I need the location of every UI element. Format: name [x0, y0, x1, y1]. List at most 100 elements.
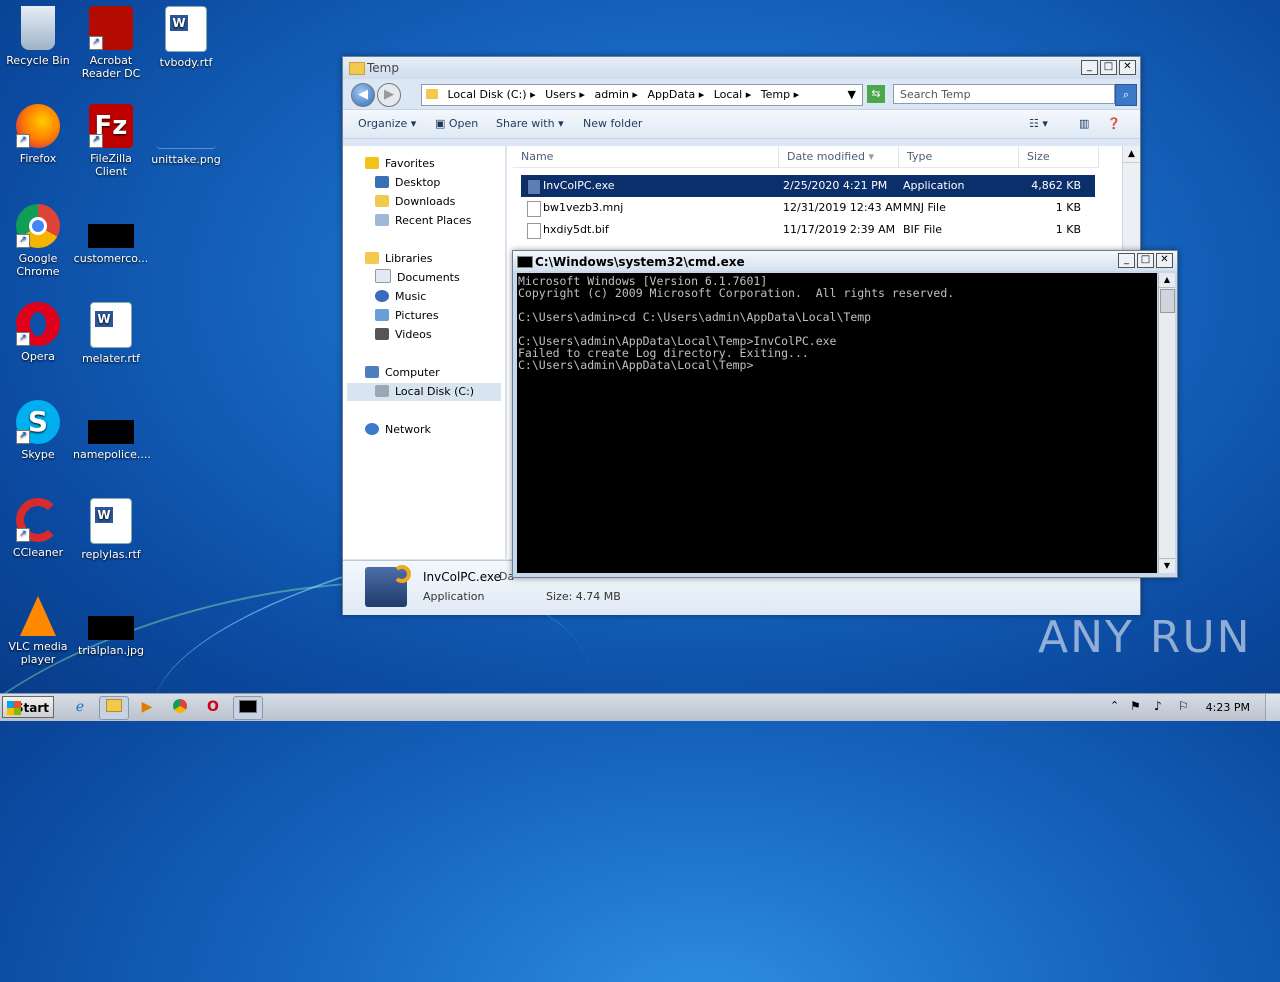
file-icon [527, 201, 541, 217]
desktop-icon-firefox[interactable]: ↗ Firefox [0, 104, 76, 165]
console-scrollbar[interactable]: ▲ ▼ [1158, 273, 1175, 573]
desktop-icon-customerco[interactable]: customerco... [73, 204, 149, 265]
column-header-label: Date modified [787, 150, 865, 163]
help-icon[interactable]: ❓ [1107, 117, 1121, 130]
speaker-icon[interactable]: ♪ [1154, 699, 1162, 713]
media-player-icon[interactable]: ▶ [133, 696, 161, 718]
chrome-icon: ↗ [16, 204, 60, 248]
scroll-down-arrow[interactable]: ▼ [1159, 558, 1175, 573]
view-options-icon[interactable]: ☷ ▾ [1029, 117, 1048, 130]
desktop-icon-skype[interactable]: S ↗ Skype [0, 400, 76, 461]
nav-libraries[interactable]: Libraries [365, 250, 433, 268]
desktop-icon-tvbody[interactable]: W tvbody.rtf [148, 6, 224, 69]
close-button[interactable]: ✕ [1156, 253, 1173, 268]
console-output[interactable]: Microsoft Windows [Version 6.1.7601] Cop… [517, 273, 1157, 573]
nav-label: Network [385, 423, 431, 436]
open-button[interactable]: ▣ Open [435, 117, 478, 130]
column-header-type[interactable]: Type [899, 146, 1019, 168]
desktop-icon-ccleaner[interactable]: ↗ CCleaner [0, 498, 76, 559]
scroll-up-arrow[interactable]: ▲ [1123, 146, 1140, 163]
file-date: 11/17/2019 2:39 AM [783, 223, 896, 236]
start-button[interactable]: Start [2, 696, 54, 718]
nav-music[interactable]: Music [375, 288, 426, 306]
nav-downloads[interactable]: Downloads [375, 193, 455, 211]
scroll-thumb[interactable] [1160, 289, 1175, 313]
desktop-icon-recycle-bin[interactable]: Recycle Bin [0, 6, 76, 67]
search-icon[interactable]: ⌕ [1115, 84, 1137, 106]
desktop-icon-filezilla[interactable]: Fz ↗ FileZilla Client [73, 104, 149, 178]
nav-recent-places[interactable]: Recent Places [375, 212, 472, 230]
close-button[interactable]: ✕ [1119, 60, 1136, 75]
firefox-icon: ↗ [16, 104, 60, 148]
cmd-taskbar-icon[interactable] [233, 696, 263, 720]
nav-videos[interactable]: Videos [375, 326, 432, 344]
window-title: C:\Windows\system32\cmd.exe [535, 255, 745, 269]
desktop-icon-trialplan[interactable]: trialplan.jpg [73, 596, 149, 657]
breadcrumb-item[interactable]: Local Disk (C:) [448, 85, 527, 105]
nav-documents[interactable]: Documents [375, 269, 460, 287]
desktop-icon-chrome[interactable]: ↗ Google Chrome [0, 204, 76, 278]
nav-computer[interactable]: Computer [365, 364, 440, 382]
organize-button[interactable]: Organize ▾ [358, 117, 416, 130]
cmd-titlebar[interactable]: C:\Windows\system32\cmd.exe _ □ ✕ [513, 251, 1177, 271]
breadcrumb-item[interactable]: AppData [647, 85, 695, 105]
network-tray-icon[interactable]: ⚐ [1178, 699, 1189, 713]
breadcrumb-item[interactable]: admin [594, 85, 628, 105]
table-row[interactable]: InvColPC.exe 2/25/2020 4:21 PM Applicati… [521, 175, 1095, 197]
recent-places-icon [375, 214, 389, 226]
console-text: Microsoft Windows [Version 6.1.7601] Cop… [518, 274, 955, 372]
refresh-button[interactable]: ⇆ [867, 85, 885, 103]
nav-favorites[interactable]: Favorites [365, 155, 435, 173]
new-folder-button[interactable]: New folder [583, 117, 642, 130]
search-input[interactable]: Search Temp [893, 84, 1115, 104]
table-row[interactable]: hxdiy5dt.bif 11/17/2019 2:39 AM BIF File… [521, 219, 1095, 241]
desktop-icon-melater[interactable]: W melater.rtf [73, 302, 149, 365]
file-size: 1 KB [1055, 223, 1081, 236]
desktop-icon-replylas[interactable]: W replylas.rtf [73, 498, 149, 561]
desktop-icon-vlc[interactable]: VLC media player [0, 596, 76, 666]
desktop-icon-namepolice[interactable]: namepolice.... [73, 400, 151, 461]
music-icon [375, 290, 389, 302]
back-button[interactable]: ◀ [351, 83, 375, 107]
application-icon [527, 179, 541, 195]
desktop-icon-label: VLC media player [8, 640, 68, 666]
action-center-icon[interactable]: ⚑ [1130, 699, 1141, 713]
breadcrumb-item[interactable]: Temp [761, 85, 790, 105]
nav-pictures[interactable]: Pictures [375, 307, 439, 325]
nav-label: Favorites [385, 157, 435, 170]
preview-pane-icon[interactable]: ▥ [1079, 117, 1089, 130]
desktop-icon-acrobat[interactable]: ↗ Acrobat Reader DC [73, 6, 149, 80]
nav-label: Libraries [385, 252, 433, 265]
downloads-icon [375, 195, 389, 207]
maximize-button[interactable]: □ [1100, 60, 1117, 75]
maximize-button[interactable]: □ [1137, 253, 1154, 268]
nav-label: Local Disk (C:) [395, 385, 475, 398]
column-header-size[interactable]: Size [1019, 146, 1099, 168]
minimize-button[interactable]: _ [1081, 60, 1098, 75]
explorer-taskbar-icon[interactable] [99, 696, 129, 720]
forward-button[interactable]: ▶ [377, 83, 401, 107]
breadcrumb-item[interactable]: Users [545, 85, 576, 105]
table-row[interactable]: bw1vezb3.mnj 12/31/2019 12:43 AM MNJ Fil… [521, 197, 1095, 219]
desktop-icon-unittake[interactable]: unittake.png [148, 104, 224, 166]
nav-network[interactable]: Network [365, 421, 431, 439]
minimize-button[interactable]: _ [1118, 253, 1135, 268]
column-header-date-modified[interactable]: Date modified ▾ [779, 146, 899, 168]
nav-desktop[interactable]: Desktop [375, 174, 440, 192]
column-header-name[interactable]: Name [513, 146, 779, 168]
chrome-taskbar-icon[interactable] [166, 696, 194, 718]
address-bar[interactable]: Local Disk (C:) ▸ Users ▸ admin ▸ AppDat… [421, 84, 863, 106]
chevron-down-icon[interactable]: ▼ [848, 85, 856, 105]
desktop-icon-opera[interactable]: ↗ Opera [0, 302, 76, 363]
show-hidden-icons-button[interactable]: ⌃ [1110, 699, 1119, 712]
nav-local-disk[interactable]: Local Disk (C:) [347, 383, 501, 401]
scroll-up-arrow[interactable]: ▲ [1159, 273, 1175, 288]
show-desktop-button[interactable] [1265, 694, 1280, 721]
opera-taskbar-icon[interactable]: O [199, 696, 227, 718]
clock[interactable]: 4:23 PM [1206, 701, 1250, 714]
internet-explorer-icon[interactable]: ℯ [66, 696, 94, 718]
breadcrumb-item[interactable]: Local [714, 85, 743, 105]
cmd-window[interactable]: C:\Windows\system32\cmd.exe _ □ ✕ Micros… [512, 250, 1178, 578]
share-with-button[interactable]: Share with ▾ [496, 117, 564, 130]
explorer-titlebar[interactable]: Temp _ □ ✕ [343, 57, 1140, 79]
